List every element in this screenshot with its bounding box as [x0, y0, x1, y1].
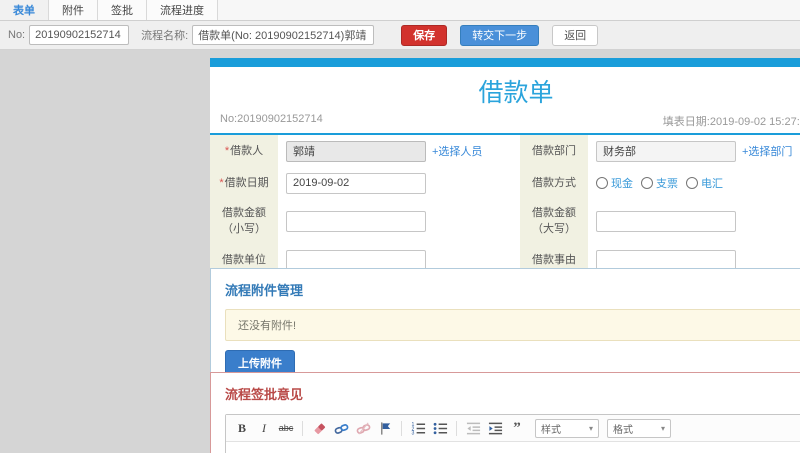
anchor-flag-icon[interactable]: [375, 418, 395, 438]
form-fields-grid: *借款人 +选择人员 借款部门 +选择部门 *借款日期 借款方式: [210, 135, 800, 277]
forward-next-step-button[interactable]: 转交下一步: [460, 24, 540, 46]
column-gap: [512, 199, 520, 243]
attachments-heading: 流程附件管理: [225, 283, 304, 298]
radio-cash[interactable]: [596, 177, 608, 189]
no-input[interactable]: [29, 25, 130, 45]
numbered-list-icon[interactable]: 123: [408, 418, 428, 438]
italic-button[interactable]: I: [254, 418, 274, 438]
loan-form-panel: 借款单 No:20190902152714 填表日期:2019-09-02 15…: [210, 58, 800, 279]
outdent-icon[interactable]: [463, 418, 483, 438]
required-mark: *: [219, 176, 224, 189]
comment-editor: B I abc 123 ” 样式 ▾ 格式 ▾: [225, 414, 800, 453]
select-person-link[interactable]: +选择人员: [432, 143, 482, 159]
back-button[interactable]: 返回: [552, 24, 599, 46]
toolbar-separator: [302, 420, 303, 436]
borrower-input[interactable]: [286, 140, 426, 162]
tab-attachments[interactable]: 附件: [49, 0, 98, 20]
bulleted-list-icon[interactable]: [430, 418, 450, 438]
loan-date-label: *借款日期: [210, 167, 278, 199]
radio-wire-label[interactable]: 电汇: [701, 175, 723, 191]
fill-date: 填表日期:2019-09-02 15:27:14: [662, 116, 800, 128]
form-title: 借款单: [478, 79, 554, 107]
radio-cash-label[interactable]: 现金: [611, 175, 633, 191]
process-name-input[interactable]: [192, 25, 375, 45]
strikethrough-button[interactable]: abc: [276, 418, 296, 438]
loan-method-options: 现金 支票 电汇: [596, 175, 729, 191]
tab-form[interactable]: 表单: [0, 0, 49, 20]
format-dropdown[interactable]: 格式 ▾: [607, 418, 671, 438]
column-gap: [512, 167, 520, 199]
form-info-row: No:20190902152714 填表日期:2019-09-02 15:27:…: [210, 111, 800, 133]
style-dropdown[interactable]: 样式 ▾: [535, 418, 599, 438]
blockquote-button[interactable]: ”: [507, 418, 527, 438]
approval-panel: 流程签批意见 B I abc 1 2 3 ” 样式 ▾ 格式 ▾: [210, 372, 800, 453]
radio-cheque[interactable]: [641, 177, 653, 189]
department-input[interactable]: [596, 140, 736, 162]
panel-top-accent: [210, 58, 800, 67]
view-tabs: 表单 附件 签批 流程进度: [0, 0, 800, 21]
chevron-down-icon: ▾: [660, 423, 665, 433]
link-icon[interactable]: [331, 418, 351, 438]
indent-icon[interactable]: [485, 418, 505, 438]
toolbar-separator: [456, 420, 457, 436]
no-label: No:: [8, 29, 26, 41]
editor-content[interactable]: [226, 442, 800, 453]
tab-approval[interactable]: 签批: [98, 0, 147, 20]
save-button[interactable]: 保存: [401, 24, 448, 46]
process-name-label: 流程名称:: [141, 30, 189, 42]
amount-upper-input[interactable]: [596, 210, 736, 232]
action-toolbar: No: 流程名称: 保存 转交下一步 返回: [0, 21, 800, 50]
borrower-label: *借款人: [210, 135, 278, 167]
tab-progress[interactable]: 流程进度: [147, 0, 218, 20]
unlink-icon[interactable]: [353, 418, 373, 438]
amount-upper-label: 借款金额（大写）: [520, 199, 588, 243]
amount-lower-input[interactable]: [286, 210, 426, 232]
radio-cheque-label[interactable]: 支票: [656, 175, 678, 191]
amount-lower-label: 借款金额（小写）: [210, 199, 278, 243]
approval-heading: 流程签批意见: [225, 387, 304, 402]
chevron-down-icon: ▾: [588, 423, 593, 433]
svg-text:3: 3: [411, 430, 414, 435]
remove-format-icon[interactable]: [309, 418, 329, 438]
editor-toolbar: B I abc 123 ” 样式 ▾ 格式 ▾: [226, 415, 800, 442]
no-attachments-alert: 还没有附件!: [225, 309, 800, 341]
loan-method-label: 借款方式: [520, 167, 588, 199]
radio-wire[interactable]: [686, 177, 698, 189]
department-label: 借款部门: [520, 135, 588, 167]
toolbar-separator: [401, 420, 402, 436]
loan-date-input[interactable]: [286, 172, 426, 194]
page-body: 借款单 No:20190902152714 填表日期:2019-09-02 15…: [0, 50, 800, 453]
column-gap: [512, 135, 520, 167]
doc-number: No:20190902152714: [220, 113, 323, 125]
select-department-link[interactable]: +选择部门: [742, 143, 792, 159]
bold-button[interactable]: B: [232, 418, 252, 438]
attachments-panel: 流程附件管理 还没有附件! 上传附件: [210, 268, 800, 387]
required-mark: *: [224, 144, 230, 157]
